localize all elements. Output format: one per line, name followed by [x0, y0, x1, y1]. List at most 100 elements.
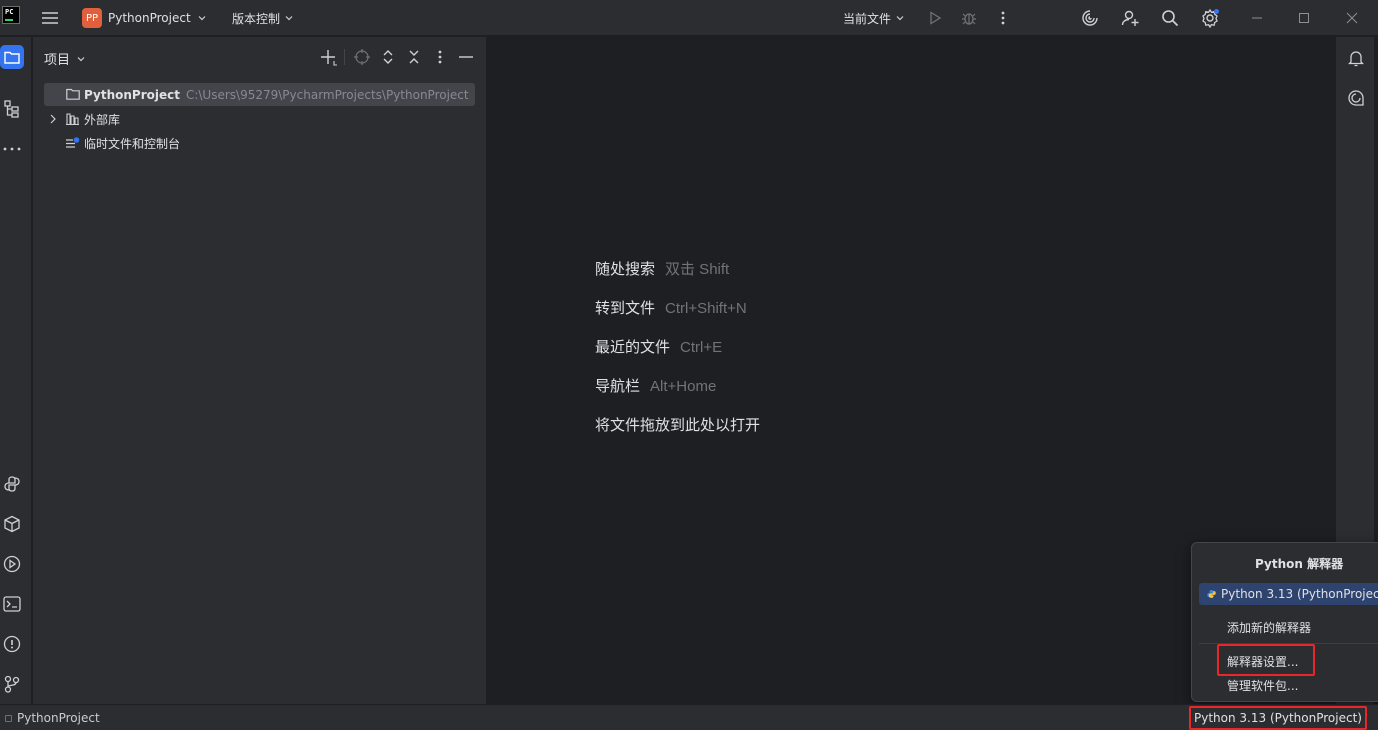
chevron-down-icon: [198, 16, 206, 21]
breadcrumb-label: PythonProject: [17, 711, 100, 725]
problems-icon: [3, 635, 21, 653]
tree-item-scratches[interactable]: 临时文件和控制台: [44, 132, 180, 154]
popup-title: Python 解释器: [1255, 557, 1344, 571]
status-bar: PythonProject Python 3.13 (PythonProject…: [0, 704, 1378, 730]
expand-all-button[interactable]: [378, 47, 398, 67]
hint-recent-files: 最近的文件 Ctrl+E: [595, 336, 722, 357]
folder-icon: [66, 88, 80, 100]
terminal-icon: [3, 596, 21, 612]
folder-icon: [4, 51, 20, 64]
vcs-label: 版本控制: [232, 11, 281, 26]
highlight-box: [1217, 644, 1315, 676]
notifications-button[interactable]: [1344, 46, 1368, 70]
hint-label: 转到文件: [595, 300, 656, 317]
hint-navigation-bar: 导航栏 Alt+Home: [595, 375, 716, 396]
run-config-label: 当前文件: [843, 11, 892, 26]
pycharm-logo-icon: PC: [2, 6, 20, 24]
packages-icon: [4, 515, 20, 533]
hint-label: 将文件拖放到此处以打开: [595, 417, 761, 434]
minimize-icon[interactable]: [1245, 6, 1269, 30]
manage-packages-item[interactable]: 管理软件包...: [1227, 677, 1298, 694]
close-icon[interactable]: [1340, 6, 1364, 30]
project-badge: PP: [82, 8, 102, 28]
title-bar: PC PP PythonProject 版本控制 当前文件: [0, 0, 1378, 36]
expand-all-icon: [383, 50, 393, 64]
structure-tool-button[interactable]: [0, 97, 24, 121]
hint-shortcut: Ctrl+E: [680, 339, 723, 356]
hint-drop-files: 将文件拖放到此处以打开: [595, 414, 760, 435]
tree-root-path: C:\Users\95279\PycharmProjects\PythonPro…: [185, 87, 469, 102]
ai-assistant-icon[interactable]: [1078, 6, 1102, 30]
chevron-down-icon: [285, 16, 293, 21]
project-switcher[interactable]: PP PythonProject: [82, 6, 207, 30]
hint-shortcut: Alt+Home: [650, 378, 717, 395]
more-icon[interactable]: [991, 6, 1015, 30]
chevron-down-icon: [896, 16, 904, 21]
add-interpreter-item[interactable]: 添加新的解释器: [1227, 619, 1311, 636]
project-view-selector[interactable]: 项目: [44, 49, 86, 68]
settings-icon[interactable]: [1198, 6, 1222, 30]
chevron-right-icon: [50, 114, 56, 124]
add-user-icon[interactable]: [1118, 6, 1142, 30]
panel-title: 项目: [44, 53, 71, 68]
library-icon: [66, 113, 79, 125]
interpreter-current-item[interactable]: Python 3.13 (PythonProject): [1199, 583, 1378, 605]
interpreter-status-widget[interactable]: Python 3.13 (PythonProject): [1189, 706, 1367, 730]
collapse-all-icon: [409, 50, 419, 64]
tree-item-label: 外部库: [84, 112, 121, 127]
python-icon: [1207, 590, 1216, 598]
ai-chat-button[interactable]: [1344, 86, 1368, 110]
tree-root-name: PythonProject: [84, 87, 180, 102]
maximize-icon[interactable]: [1292, 6, 1316, 30]
new-file-button[interactable]: [319, 47, 339, 67]
tree-item-label: 临时文件和控制台: [84, 136, 181, 151]
structure-icon: [4, 100, 19, 118]
tree-root-item[interactable]: PythonProject C:\Users\95279\PycharmProj…: [44, 83, 475, 106]
bell-icon: [1348, 51, 1364, 67]
more-tools-button[interactable]: [0, 137, 24, 161]
panel-options-button[interactable]: [430, 47, 450, 67]
hint-shortcut: Ctrl+Shift+N: [665, 300, 747, 317]
status-breadcrumb[interactable]: PythonProject: [5, 711, 100, 725]
project-tool-button[interactable]: [0, 45, 24, 69]
run-circle-icon: [3, 555, 21, 573]
run-icon[interactable]: [923, 6, 947, 30]
scratches-icon: [66, 136, 80, 148]
project-name: PythonProject: [108, 11, 191, 25]
ai-chat-icon: [1348, 90, 1364, 106]
hint-label: 最近的文件: [595, 339, 671, 356]
hint-goto-file: 转到文件 Ctrl+Shift+N: [595, 297, 747, 318]
locate-file-button[interactable]: [352, 47, 372, 67]
more-horizontal-icon: [3, 147, 21, 151]
terminal-button[interactable]: [0, 592, 24, 616]
left-tool-strip: [0, 37, 32, 704]
git-branch-icon: [4, 675, 20, 693]
python-console-icon: [4, 476, 20, 492]
toolbar-divider: [344, 49, 345, 65]
tree-item-external-libraries[interactable]: 外部库: [44, 108, 120, 130]
hint-shortcut: 双击 Shift: [665, 261, 730, 278]
services-button[interactable]: [0, 552, 24, 576]
python-console-button[interactable]: [0, 472, 24, 496]
collapse-all-button[interactable]: [404, 47, 424, 67]
chevron-down-icon: [77, 56, 85, 61]
hide-panel-button[interactable]: [456, 47, 476, 67]
vcs-menu[interactable]: 版本控制: [232, 6, 294, 30]
search-icon[interactable]: [1158, 6, 1182, 30]
run-config-selector[interactable]: 当前文件: [843, 6, 905, 30]
minimize-icon: [459, 56, 473, 58]
debug-icon[interactable]: [957, 6, 981, 30]
problems-button[interactable]: [0, 632, 24, 656]
crosshair-icon: [354, 49, 370, 65]
project-tool-window: 项目 PythonProject C:\Users\95279\PycharmP…: [33, 37, 487, 704]
hint-label: 导航栏: [595, 378, 641, 395]
git-button[interactable]: [0, 672, 24, 696]
interpreter-current-label: Python 3.13 (PythonProject): [1221, 587, 1378, 601]
interpreter-popup: Python 解释器 Python 3.13 (PythonProject) 添…: [1191, 542, 1378, 702]
main-menu-icon[interactable]: [38, 6, 62, 30]
python-packages-button[interactable]: [0, 512, 24, 536]
more-icon: [438, 50, 442, 64]
hint-search-everywhere: 随处搜索 双击 Shift: [595, 258, 729, 279]
module-icon: [5, 714, 12, 722]
hint-label: 随处搜索: [595, 261, 656, 278]
